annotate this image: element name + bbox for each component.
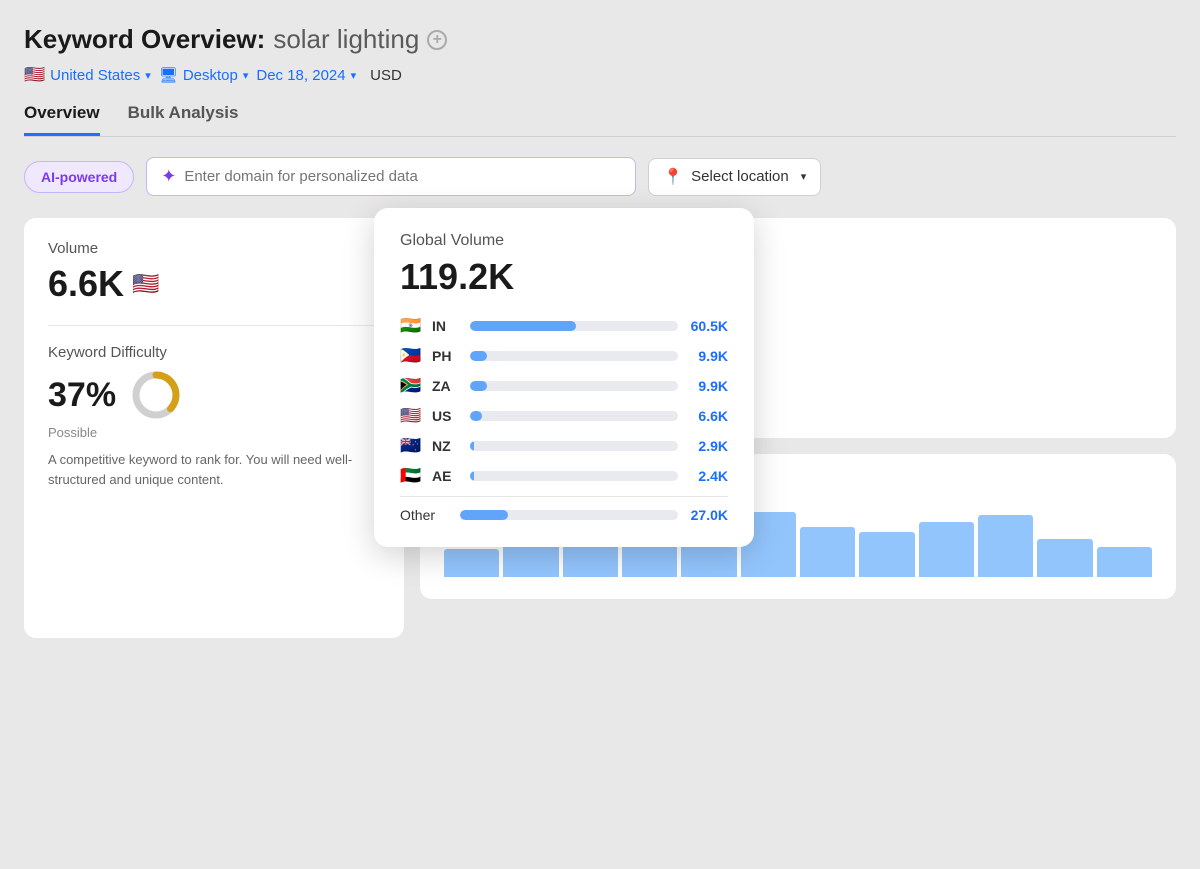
- country-rows: 🇮🇳 IN 60.5K 🇵🇭 PH 9.9K 🇿🇦 ZA 9.9K 🇺🇸 US: [400, 316, 728, 486]
- add-keyword-icon[interactable]: +: [427, 30, 447, 50]
- country-flag: 🇵🇭: [400, 346, 422, 366]
- country-code: PH: [432, 348, 460, 364]
- page-title: Keyword Overview: solar lighting +: [24, 24, 1176, 55]
- location-select-label: Select location: [691, 168, 789, 185]
- date-value: Dec 18, 2024: [256, 67, 345, 84]
- country-code: AE: [432, 468, 460, 484]
- trend-bar: [859, 532, 914, 577]
- location-pin-icon: 📍: [663, 167, 683, 187]
- trend-bar: [919, 522, 974, 577]
- trend-bar: [444, 549, 499, 577]
- kd-value-row: 37%: [48, 369, 380, 421]
- country-value: 6.6K: [688, 408, 728, 424]
- tabs-row: Overview Bulk Analysis: [24, 103, 1176, 137]
- location-select-chevron-icon: ▾: [801, 170, 807, 183]
- kd-percent: 37%: [48, 376, 116, 415]
- other-value: 27.0K: [688, 507, 728, 523]
- country-bar-fill: [470, 351, 487, 361]
- location-selector[interactable]: 🇺🇸 United States ▾: [24, 65, 151, 85]
- country-bar-fill: [470, 381, 487, 391]
- location-chevron-icon: ▾: [145, 69, 151, 82]
- country-code: US: [432, 408, 460, 424]
- volume-label: Volume: [48, 240, 380, 257]
- country-row: 🇦🇪 AE 2.4K: [400, 466, 728, 486]
- volume-value: 6.6K 🇺🇸: [48, 263, 380, 305]
- country-flag: 🇳🇿: [400, 436, 422, 456]
- tab-bulk-analysis[interactable]: Bulk Analysis: [128, 103, 239, 136]
- country-bar-bg: [470, 441, 678, 451]
- location-name: United States: [50, 67, 140, 84]
- device-chevron-icon: ▾: [243, 69, 249, 82]
- global-volume-popup: Global Volume 119.2K 🇮🇳 IN 60.5K 🇵🇭 PH 9…: [374, 208, 754, 547]
- country-value: 9.9K: [688, 378, 728, 394]
- country-bar-bg: [470, 381, 678, 391]
- other-row: Other 27.0K: [400, 507, 728, 523]
- other-bar-fill: [460, 510, 508, 520]
- country-flag: 🇮🇳: [400, 316, 422, 336]
- popup-divider: [400, 496, 728, 497]
- trend-bar: [1097, 547, 1152, 577]
- popup-value: 119.2K: [400, 256, 728, 298]
- country-code: IN: [432, 318, 460, 334]
- date-selector[interactable]: Dec 18, 2024 ▾: [256, 67, 356, 84]
- kd-description: A competitive keyword to rank for. You w…: [48, 450, 380, 489]
- trend-bar: [800, 527, 855, 577]
- popup-title: Global Volume: [400, 232, 728, 250]
- country-value: 2.9K: [688, 438, 728, 454]
- country-flag: 🇺🇸: [400, 406, 422, 426]
- keyword-text: solar lighting: [273, 24, 419, 55]
- country-bar-fill: [470, 471, 474, 481]
- country-bar-bg: [470, 411, 678, 421]
- country-flag: 🇿🇦: [400, 376, 422, 396]
- kd-donut: [130, 369, 182, 421]
- card-divider: [48, 325, 380, 326]
- cards-row: Volume 6.6K 🇺🇸 Keyword Difficulty 37% Po…: [24, 218, 1176, 638]
- country-row: 🇿🇦 ZA 9.9K: [400, 376, 728, 396]
- location-select-button[interactable]: 📍 Select location ▾: [648, 158, 821, 196]
- device-name: Desktop: [183, 67, 238, 84]
- country-code: NZ: [432, 438, 460, 454]
- country-flag: 🇦🇪: [400, 466, 422, 486]
- header-section: Keyword Overview: solar lighting + 🇺🇸 Un…: [24, 24, 1176, 85]
- country-row: 🇺🇸 US 6.6K: [400, 406, 728, 426]
- domain-input-wrapper[interactable]: ✦: [146, 157, 636, 196]
- country-value: 9.9K: [688, 348, 728, 364]
- other-label: Other: [400, 507, 450, 523]
- country-row: 🇵🇭 PH 9.9K: [400, 346, 728, 366]
- country-bar-fill: [470, 411, 482, 421]
- country-row: 🇮🇳 IN 60.5K: [400, 316, 728, 336]
- title-prefix: Keyword Overview:: [24, 24, 265, 55]
- country-code: ZA: [432, 378, 460, 394]
- trend-bar: [1037, 539, 1092, 577]
- kd-label: Keyword Difficulty: [48, 344, 380, 361]
- volume-flag: 🇺🇸: [132, 271, 159, 297]
- currency-label: USD: [370, 67, 402, 84]
- country-bar-bg: [470, 471, 678, 481]
- country-bar-bg: [470, 351, 678, 361]
- sparkle-icon: ✦: [161, 166, 176, 187]
- page-wrapper: Keyword Overview: solar lighting + 🇺🇸 Un…: [24, 24, 1176, 638]
- tab-overview[interactable]: Overview: [24, 103, 100, 136]
- country-row: 🇳🇿 NZ 2.9K: [400, 436, 728, 456]
- country-value: 2.4K: [688, 468, 728, 484]
- volume-number: 6.6K: [48, 263, 124, 305]
- country-bar-fill: [470, 441, 474, 451]
- country-bar-fill: [470, 321, 576, 331]
- device-icon: 🖥: [159, 66, 178, 84]
- kd-possible-label: Possible: [48, 425, 380, 440]
- meta-row: 🇺🇸 United States ▾ 🖥 Desktop ▾ Dec 18, 2…: [24, 65, 1176, 85]
- domain-input[interactable]: [184, 168, 621, 185]
- country-value: 60.5K: [688, 318, 728, 334]
- device-selector[interactable]: 🖥 Desktop ▾: [159, 66, 249, 84]
- metrics-card: Volume 6.6K 🇺🇸 Keyword Difficulty 37% Po…: [24, 218, 404, 638]
- location-flag: 🇺🇸: [24, 65, 45, 85]
- toolbar-row: AI-powered ✦ 📍 Select location ▾: [24, 157, 1176, 196]
- ai-badge: AI-powered: [24, 161, 134, 193]
- other-bar-bg: [460, 510, 678, 520]
- date-chevron-icon: ▾: [351, 69, 357, 82]
- country-bar-bg: [470, 321, 678, 331]
- trend-bar: [978, 515, 1033, 577]
